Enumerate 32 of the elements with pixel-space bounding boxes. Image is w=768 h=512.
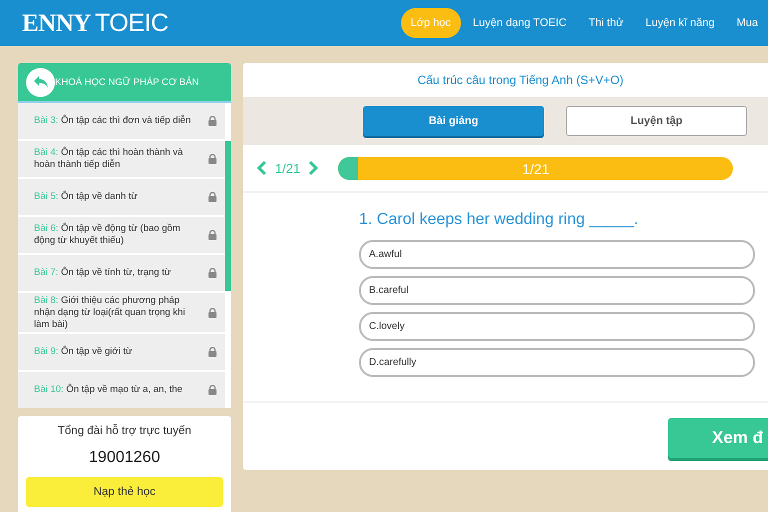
support-title: Tổng đài hỗ trợ trực tuyến: [58, 425, 192, 437]
chevron-right-icon[interactable]: [308, 160, 318, 176]
lesson-item[interactable]: Bài 10: Ôn tập về mạo từ a, an, the: [18, 372, 225, 408]
lesson-item[interactable]: Bài 8: Giới thiệu các phương pháp nhận dạng từ loại(rất quan trọng khi làm bài): [18, 293, 225, 332]
question-text: 1. Carol keeps her wedding ring _____.: [359, 211, 640, 229]
answer-option[interactable]: A.awful: [359, 240, 755, 269]
lesson-item[interactable]: Bài 7: Ôn tập về tính từ, trạng từ: [18, 255, 225, 291]
nav-link[interactable]: Thi thử: [578, 8, 634, 38]
lesson-title: Cấu trúc câu trong Tiếng Anh (S+V+O): [416, 72, 625, 89]
tab[interactable]: Luyện tập: [566, 106, 747, 136]
back-arrow-icon: [32, 75, 48, 89]
progress-reading: 1/21: [521, 160, 550, 176]
nav-link[interactable]: Luyện kĩ năng: [635, 8, 725, 38]
page-counter: 1/21: [275, 160, 300, 176]
logo[interactable]: ENNY TOEIC: [22, 8, 168, 38]
lesson-item[interactable]: Bài 3: Ôn tập các thì đơn và tiếp diễn: [18, 103, 225, 139]
course-title: KHOÁ HỌC NGỮ PHÁP CƠ BẢN: [55, 76, 199, 88]
lesson-item[interactable]: Bài 6: Ôn tập về động từ (bao gồm động từ khuyết thiếu): [18, 217, 225, 253]
top-up-button[interactable]: Nạp thẻ học: [26, 477, 223, 507]
nav-link[interactable]: Luyện dạng TOEIC: [462, 8, 577, 38]
back-button[interactable]: [26, 68, 55, 96]
scrollbar-thumb[interactable]: [225, 141, 231, 291]
lesson-item[interactable]: Bài 4: Ôn tập các thì hoàn thành và hoàn thành tiếp diễn: [18, 141, 225, 177]
answer-option[interactable]: B.careful: [359, 276, 755, 305]
chevron-left-icon[interactable]: [257, 160, 267, 176]
lesson-item[interactable]: Bài 5: Ôn tập về danh từ: [18, 179, 225, 215]
phone-number: 19001260: [88, 449, 160, 467]
answer-option[interactable]: C.lovely: [359, 312, 755, 341]
answer-option[interactable]: D.carefully: [359, 348, 755, 377]
tab[interactable]: Bài giảng: [363, 106, 544, 136]
lesson-item[interactable]: Bài 9: Ôn tập về giới từ: [18, 334, 225, 370]
nav-link[interactable]: Mua: [726, 8, 768, 38]
